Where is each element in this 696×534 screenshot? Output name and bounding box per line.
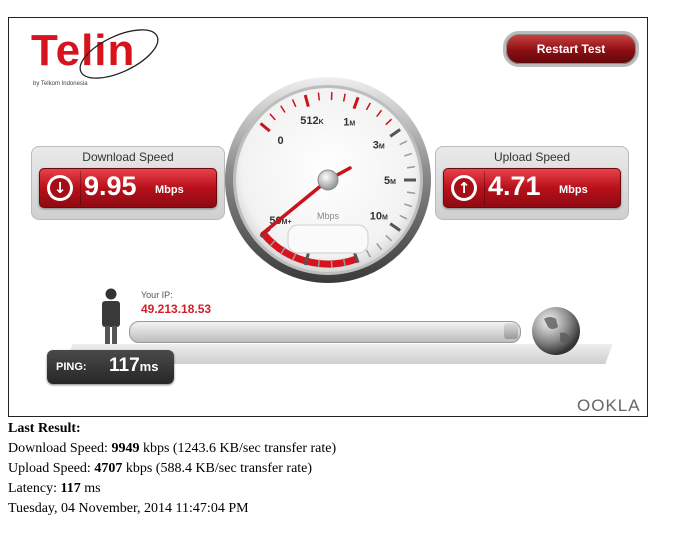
ookla-logo: OOKLA [577, 396, 641, 415]
upload-speed-panel: Upload Speed ↑ 4.71 Mbps [435, 146, 629, 220]
gauge-tick-label: 0 [277, 135, 283, 147]
download-speed-panel: Download Speed ↓ 9.95 Mbps [31, 146, 225, 220]
user-person-icon [102, 288, 120, 348]
upload-speed-bar: ↑ 4.71 Mbps [443, 168, 621, 208]
gauge-readout-box [287, 224, 369, 254]
result-timestamp: Tuesday, 04 November, 2014 11:47:04 PM [8, 501, 249, 516]
gauge-unit-label: Mbps [317, 211, 340, 221]
result-download-value: 9949 [111, 441, 140, 456]
gauge-minor-tick [317, 92, 321, 101]
ping-unit: ms [139, 359, 159, 374]
upload-arrow-icon: ↑ [451, 175, 477, 201]
gauge-hub [317, 169, 339, 191]
download-speed-label: Download Speed [82, 150, 174, 164]
result-download-line: Download Speed: 9949 kbps (1243.6 KB/sec… [8, 441, 337, 456]
result-upload-value: 4707 [94, 461, 123, 476]
logo-subtitle: by Telkom Indonesia [33, 81, 88, 87]
telin-logo: Telin by Telkom Indonesia [31, 26, 171, 96]
ping-value: 117 [109, 355, 140, 376]
ping-box: PING: 117ms [47, 350, 174, 384]
speed-gauge: 0512K1M3M5M10M20M30M50M+ Mbps [225, 77, 431, 283]
connection-track [129, 321, 521, 343]
last-result-section: Last Result: Download Speed: 9949 kbps (… [8, 419, 336, 519]
your-ip-label: Your IP: [141, 290, 173, 300]
result-upload-line: Upload Speed: 4707 kbps (588.4 KB/sec tr… [8, 461, 313, 476]
ip-address: 49.213.18.53 [141, 302, 212, 316]
download-speed-bar: ↓ 9.95 Mbps [39, 168, 217, 208]
restart-test-button[interactable]: Restart Test [503, 31, 639, 67]
gauge-minor-tick [317, 259, 321, 268]
last-result-heading: Last Result: [8, 421, 81, 436]
ping-label: PING: [56, 361, 87, 373]
upload-speed-label: Upload Speed [493, 150, 571, 164]
globe-icon [532, 307, 580, 355]
upload-speed-unit: Mbps [559, 184, 588, 196]
result-latency-value: 117 [60, 481, 81, 496]
download-speed-unit: Mbps [155, 184, 184, 196]
upload-speed-value: 4.71 [488, 171, 541, 201]
download-arrow-icon: ↓ [47, 175, 73, 201]
speedtest-widget: Telin by Telkom Indonesia Restart Test D… [8, 17, 648, 417]
download-speed-value: 9.95 [84, 171, 137, 201]
result-latency-line: Latency: 117 ms [8, 481, 101, 496]
